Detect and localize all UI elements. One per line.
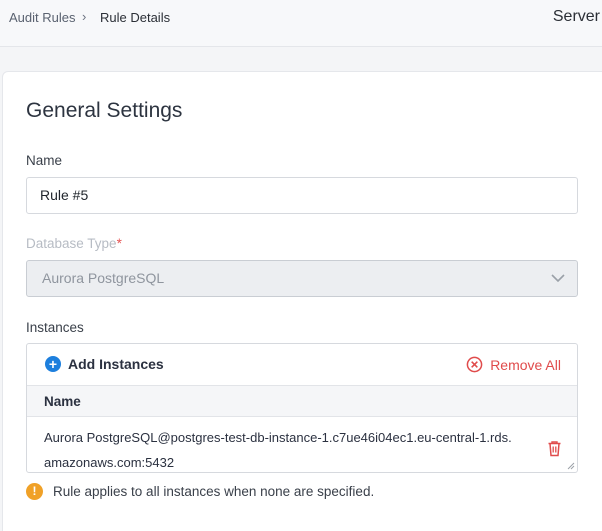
breadcrumb-rule-details: Rule Details <box>100 10 171 25</box>
trash-icon[interactable] <box>547 440 562 457</box>
instances-panel: + Add Instances Remove All Name Aurora P… <box>26 343 578 473</box>
info-warning-icon: ! <box>26 483 43 500</box>
name-input[interactable]: Rule #5 <box>26 177 578 214</box>
required-mark: * <box>116 236 122 251</box>
hint-text: Rule applies to all instances when none … <box>53 484 375 499</box>
database-type-select[interactable]: Aurora PostgreSQL <box>26 260 578 297</box>
page-title: Server <box>552 8 600 25</box>
instance-name: Aurora PostgreSQL@postgres-test-db-insta… <box>44 430 512 470</box>
top-bar: Audit Rules › Rule Details Server <box>0 0 602 47</box>
plus-circle-icon: + <box>45 356 61 372</box>
info-hint: ! Rule applies to all instances when non… <box>26 483 374 500</box>
remove-all-button[interactable]: Remove All <box>466 356 561 373</box>
table-row: Aurora PostgreSQL@postgres-test-db-insta… <box>27 417 577 473</box>
instances-label: Instances <box>26 320 84 335</box>
database-type-label: Database Type* <box>26 236 122 251</box>
breadcrumb-separator: › <box>82 9 87 24</box>
breadcrumb-audit-rules[interactable]: Audit Rules <box>9 10 75 25</box>
resize-handle-icon[interactable] <box>567 462 575 470</box>
name-label: Name <box>26 153 63 168</box>
section-title: General Settings <box>26 99 183 122</box>
database-type-label-text: Database Type <box>26 236 117 251</box>
database-type-value: Aurora PostgreSQL <box>42 270 165 286</box>
add-instances-label: Add Instances <box>68 356 164 372</box>
add-instances-button[interactable]: + Add Instances <box>45 356 164 372</box>
remove-all-label: Remove All <box>490 356 561 373</box>
x-circle-icon <box>466 356 483 373</box>
column-header-name: Name <box>27 386 577 417</box>
instances-toolbar: + Add Instances Remove All <box>27 344 577 386</box>
chevron-down-icon <box>551 274 565 283</box>
